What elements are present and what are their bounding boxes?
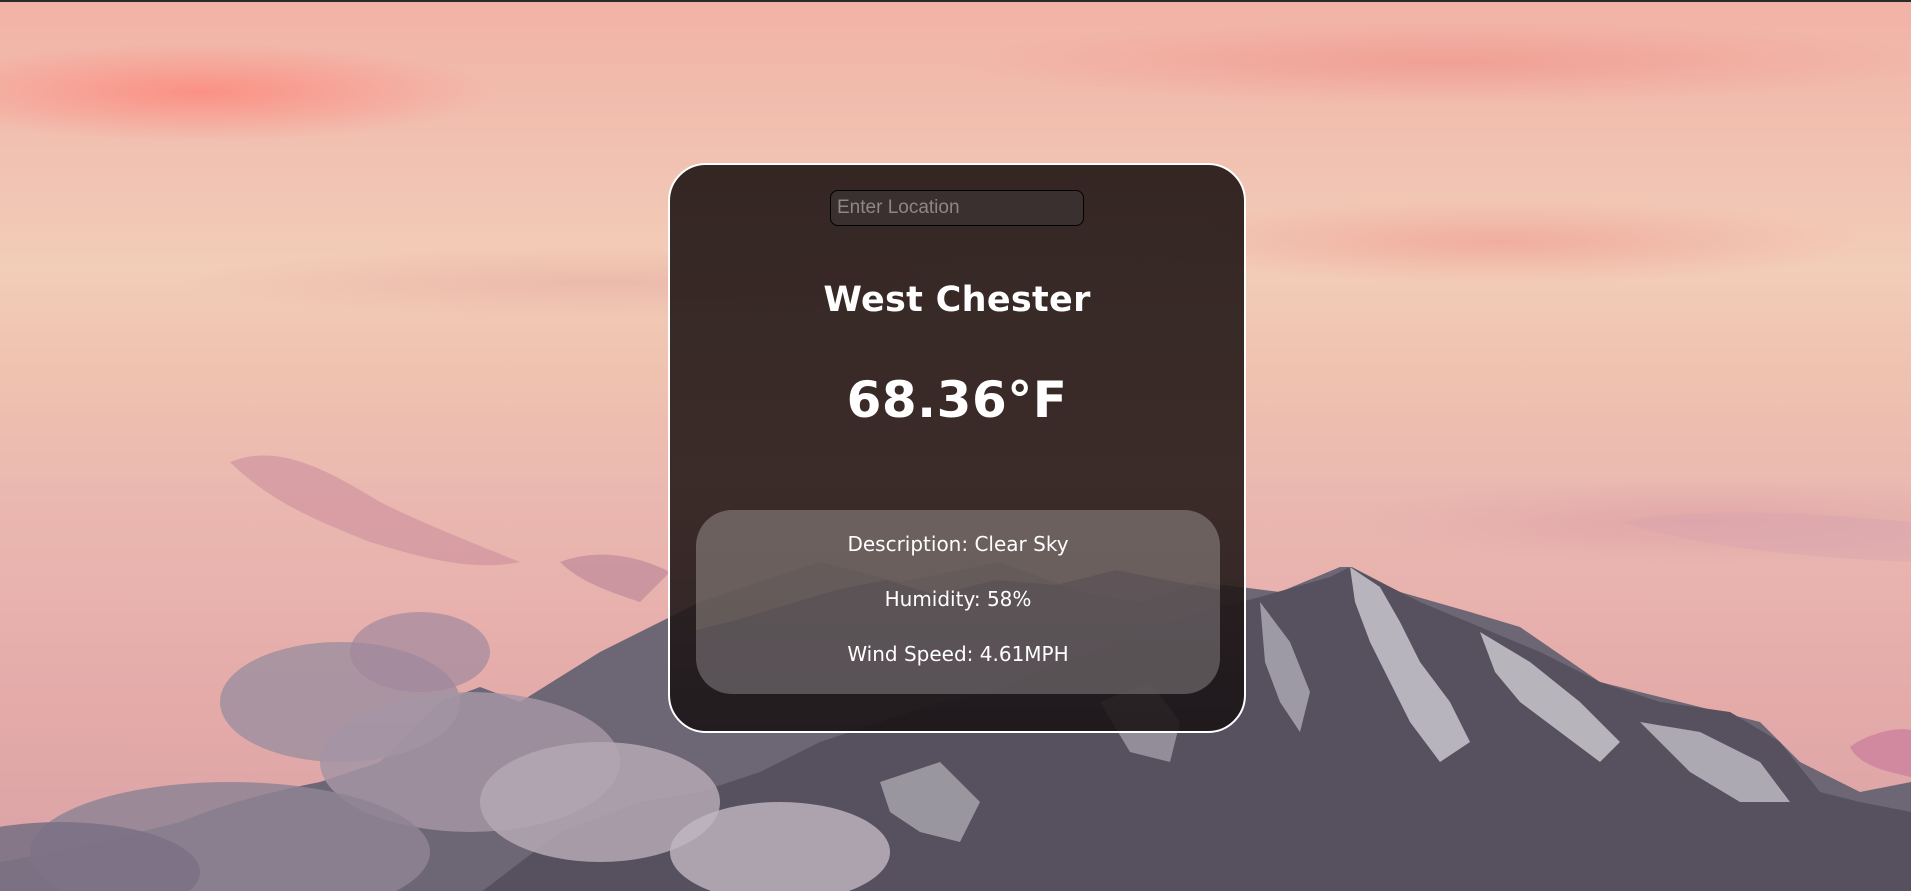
description-row: Description: Clear Sky — [696, 532, 1220, 556]
city-name: West Chester — [823, 280, 1091, 320]
humidity-row: Humidity: 58% — [696, 587, 1220, 611]
wind-speed-value: 4.61MPH — [979, 642, 1069, 666]
location-search-input[interactable] — [830, 190, 1084, 226]
humidity-value: 58% — [986, 587, 1032, 611]
description-label: Description: — [847, 532, 969, 556]
weather-details-panel: Description: Clear Sky Humidity: 58% Win… — [696, 510, 1220, 694]
wind-speed-row: Wind Speed: 4.61MPH — [696, 642, 1220, 666]
humidity-label: Humidity: — [884, 587, 981, 611]
description-value: Clear Sky — [974, 532, 1069, 556]
temperature: 68.36°F — [846, 371, 1068, 429]
weather-card: West Chester 68.36°F Description: Clear … — [668, 163, 1246, 733]
wind-speed-label: Wind Speed: — [847, 642, 974, 666]
